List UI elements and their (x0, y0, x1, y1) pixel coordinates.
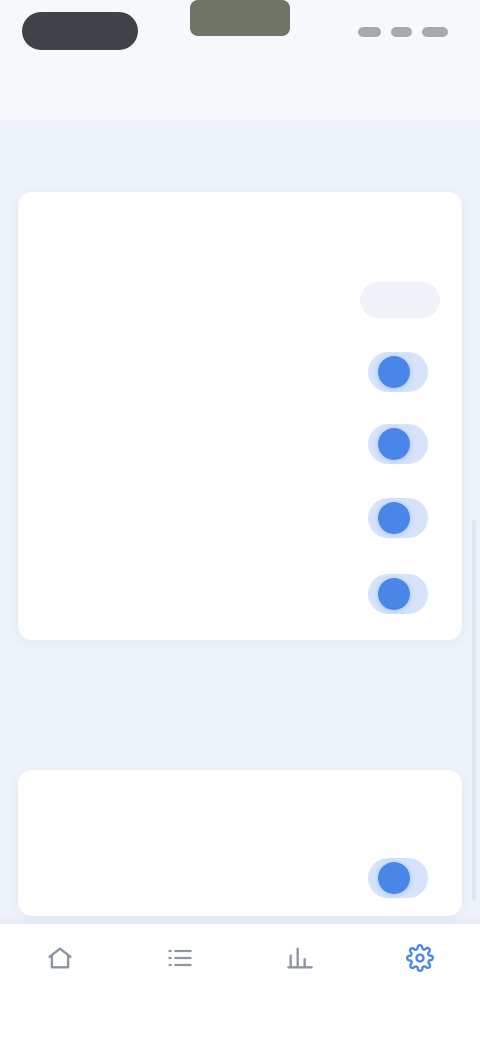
battery-icon (421, 27, 448, 37)
toggle-knob (378, 428, 410, 460)
settings-row-2 (18, 266, 462, 334)
row-8-toggle[interactable] (368, 858, 428, 898)
settings-row-6 (18, 562, 462, 630)
row-3-toggle[interactable] (368, 352, 428, 392)
settings-row-5 (18, 486, 462, 554)
bottom-navigation (0, 924, 480, 1040)
segmented-control[interactable] (360, 282, 440, 318)
row-6-toggle[interactable] (368, 574, 428, 614)
nav-item-chart[interactable] (260, 944, 340, 1014)
settings-icon (406, 944, 434, 972)
list-icon (168, 949, 192, 967)
settings-screen (0, 0, 480, 1040)
signal-icon (358, 27, 381, 37)
settings-row-8 (18, 844, 462, 912)
settings-row-1[interactable] (18, 192, 462, 260)
toggle-knob (378, 578, 410, 610)
scrollbar[interactable] (472, 520, 476, 900)
nav-item-home[interactable] (20, 944, 100, 1014)
nav-item-settings[interactable] (380, 944, 460, 1014)
toggle-knob (378, 862, 410, 894)
settings-row-3 (18, 340, 462, 408)
row-4-toggle[interactable] (368, 424, 428, 464)
chart-icon (287, 947, 313, 969)
home-icon (48, 947, 72, 969)
camera-notch (190, 0, 290, 36)
status-pill (22, 12, 138, 50)
row-5-toggle[interactable] (368, 498, 428, 538)
status-icons (358, 24, 448, 40)
settings-row-7[interactable] (18, 770, 462, 838)
toggle-knob (378, 502, 410, 534)
nav-item-list[interactable] (140, 944, 220, 1014)
top-bar (0, 0, 480, 120)
settings-card-1 (18, 192, 462, 640)
toggle-knob (378, 356, 410, 388)
wifi-icon (390, 27, 412, 37)
settings-card-2 (18, 770, 462, 916)
settings-row-4 (18, 412, 462, 480)
